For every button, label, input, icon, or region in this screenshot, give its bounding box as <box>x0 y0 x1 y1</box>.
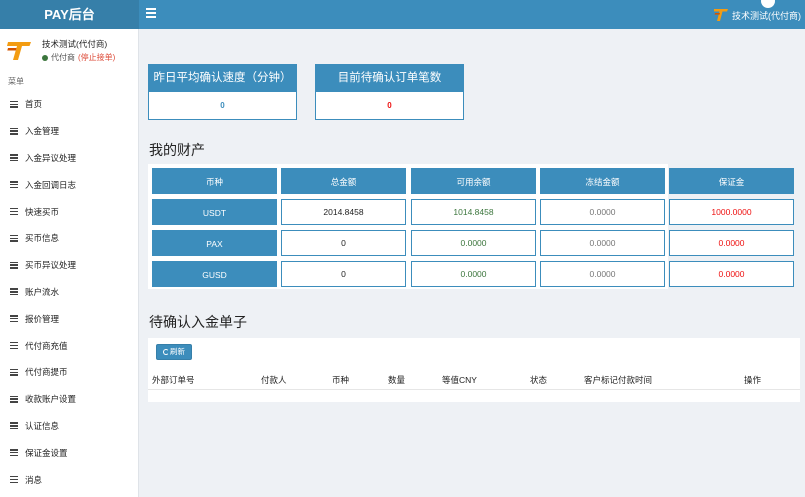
sidebar-toggle-icon[interactable] <box>146 8 156 20</box>
bars-icon <box>10 127 18 135</box>
sidebar-item-verification[interactable]: 认证信息 <box>0 413 139 440</box>
logo-icon <box>714 9 728 21</box>
sidebar-menu: 首页 入金管理 入金异议处理 入金回调日志 快速买币 买币信息 买币异议处理 账… <box>0 91 139 493</box>
top-navbar: PAY后台 技术测试(代付商) <box>0 0 805 29</box>
sidebar-item-buy-info[interactable]: 买币信息 <box>0 225 139 252</box>
asset-frozen: 0.0000 <box>540 199 665 225</box>
table-divider <box>148 389 800 390</box>
sidebar: 技术测试(代付商) 代付商 (停止接单) 菜单 首页 入金管理 入金异议处理 入… <box>0 29 139 497</box>
bars-icon <box>10 100 18 108</box>
pending-count-title: 目前待确认订单笔数 <box>316 65 463 92</box>
bars-icon <box>10 449 18 457</box>
menu-header: 菜单 <box>8 77 24 86</box>
sidebar-item-home[interactable]: 首页 <box>0 91 139 118</box>
refresh-button[interactable]: 刷新 <box>156 344 192 360</box>
bars-icon <box>10 368 18 376</box>
bars-icon <box>10 315 18 323</box>
sidebar-item-deposit-settings[interactable]: 保证金设置 <box>0 439 139 466</box>
col-external-order-no: 外部订单号 <box>152 375 195 385</box>
asset-deposit: 0.0000 <box>669 261 794 287</box>
asset-currency-pax: PAX <box>152 230 277 256</box>
pending-count-value: 0 <box>387 101 392 110</box>
asset-total: 2014.8458 <box>281 199 406 225</box>
bars-icon <box>10 261 18 269</box>
sidebar-item-quote-management[interactable]: 报价管理 <box>0 305 139 332</box>
sidebar-item-account-flow[interactable]: 账户流水 <box>0 279 139 306</box>
col-customer-payment-time: 客户标记付款时间 <box>584 375 653 385</box>
asset-frozen: 0.0000 <box>540 230 665 256</box>
brand-logo[interactable]: PAY后台 <box>0 0 139 29</box>
asset-deposit: 0.0000 <box>669 230 794 256</box>
asset-currency-usdt: USDT <box>152 199 277 225</box>
col-payer: 付款人 <box>261 375 287 385</box>
asset-deposit: 1000.0000 <box>669 199 794 225</box>
bars-icon <box>10 476 18 483</box>
asset-total: 0 <box>281 230 406 256</box>
company-logo-icon <box>7 42 31 60</box>
user-name: 技术测试(代付商) <box>42 39 108 49</box>
asset-total: 0 <box>281 261 406 287</box>
top-user-name: 技术测试(代付商) <box>732 10 801 21</box>
user-role: 代付商 <box>51 53 75 62</box>
assets-title: 我的财产 <box>149 142 205 158</box>
pending-deposits-panel: 刷新 外部订单号 付款人 币种 数量 等值CNY 状态 客户标记付款时间 操作 <box>148 338 800 402</box>
assets-header-total: 总金额 <box>281 168 406 194</box>
col-cny-equivalent: 等值CNY <box>442 375 477 385</box>
col-quantity: 数量 <box>388 375 406 385</box>
sidebar-item-deposit-callback-log[interactable]: 入金回调日志 <box>0 171 139 198</box>
bars-icon <box>10 288 18 296</box>
refresh-icon <box>163 349 169 355</box>
col-currency: 币种 <box>332 375 350 385</box>
asset-available: 1014.8458 <box>411 199 536 225</box>
sidebar-item-receiving-accounts[interactable]: 收款账户设置 <box>0 386 139 413</box>
sidebar-item-buy-disputes[interactable]: 买币异议处理 <box>0 252 139 279</box>
bars-icon <box>10 154 18 162</box>
avg-speed-card: 昨日平均确认速度（分钟） 0 <box>148 64 297 120</box>
assets-header-frozen: 冻结金额 <box>540 168 665 194</box>
avg-speed-value: 0 <box>220 101 225 110</box>
bars-icon <box>10 395 18 403</box>
online-status-icon <box>42 54 48 61</box>
asset-frozen: 0.0000 <box>540 261 665 287</box>
sidebar-item-quick-buy[interactable]: 快速买币 <box>0 198 139 225</box>
col-status: 状态 <box>530 375 548 385</box>
bars-icon <box>10 181 18 189</box>
col-actions: 操作 <box>744 375 762 385</box>
bars-icon <box>10 208 18 216</box>
user-status: 代付商 (停止接单) <box>42 52 115 63</box>
user-menu[interactable]: 技术测试(代付商) <box>714 6 801 24</box>
pending-count-card: 目前待确认订单笔数 0 <box>315 64 464 120</box>
assets-table: 币种 总金额 可用余额 冻结金额 保证金 USDT 2014.8458 1014… <box>148 164 794 289</box>
bars-icon <box>10 422 18 430</box>
assets-header-deposit: 保证金 <box>669 168 794 194</box>
sidebar-item-deposit-management[interactable]: 入金管理 <box>0 118 139 145</box>
asset-available: 0.0000 <box>411 230 536 256</box>
assets-header-currency: 币种 <box>152 168 277 194</box>
bars-icon <box>10 342 18 350</box>
bars-icon <box>10 234 18 242</box>
stop-orders-link[interactable]: (停止接单) <box>78 52 115 63</box>
sidebar-item-deposit-disputes[interactable]: 入金异议处理 <box>0 145 139 172</box>
pending-title: 待确认入金单子 <box>149 314 247 330</box>
asset-available: 0.0000 <box>411 261 536 287</box>
avg-speed-title: 昨日平均确认速度（分钟） <box>149 65 296 92</box>
sidebar-item-agent-recharge[interactable]: 代付商充值 <box>0 332 139 359</box>
sidebar-item-messages[interactable]: 消息 <box>0 466 139 493</box>
asset-currency-gusd: GUSD <box>152 261 277 287</box>
assets-header-available: 可用余额 <box>411 168 536 194</box>
user-panel: 技术测试(代付商) 代付商 (停止接单) <box>0 29 138 71</box>
sidebar-item-agent-withdraw[interactable]: 代付商提币 <box>0 359 139 386</box>
